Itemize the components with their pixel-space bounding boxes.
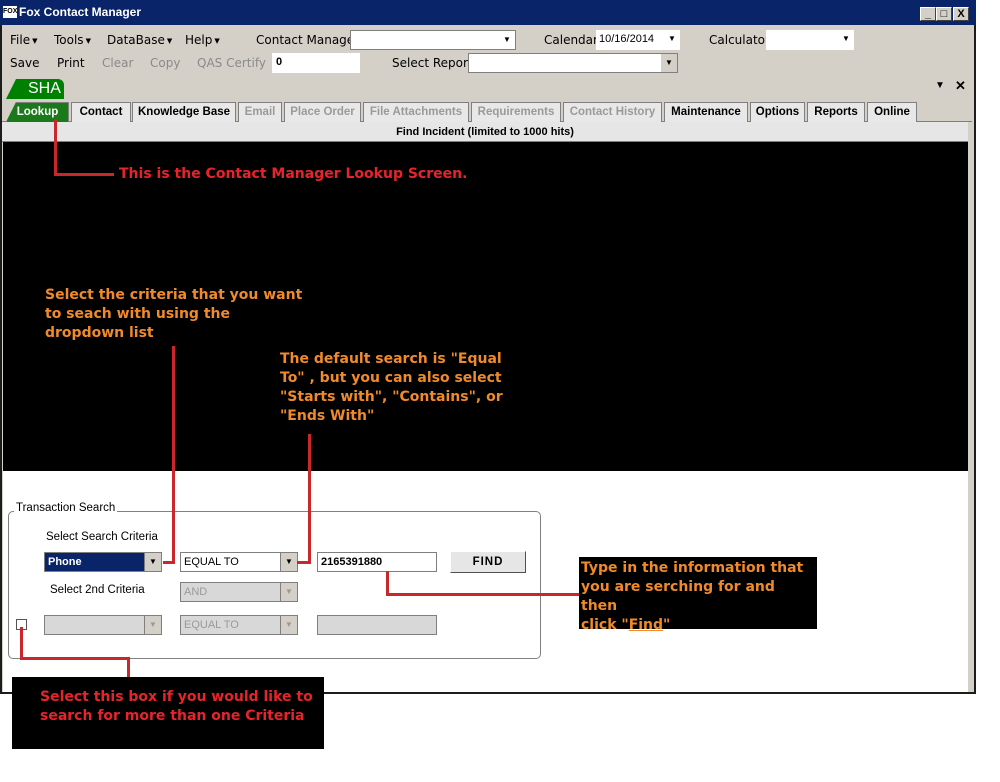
tab-knowledge-base[interactable]: Knowledge Base bbox=[132, 102, 236, 122]
annotation-line bbox=[20, 627, 23, 660]
tab-lookup[interactable]: Lookup bbox=[6, 102, 69, 122]
chevron-down-icon: ▼ bbox=[660, 54, 677, 72]
annotation-line bbox=[172, 346, 175, 564]
second-criteria-dropdown[interactable]: ▼ bbox=[44, 615, 162, 635]
calendar-dropdown[interactable]: 10/16/2014 ▼ bbox=[596, 30, 680, 50]
second-criteria-label: Select 2nd Criteria bbox=[50, 584, 145, 596]
find-incident-header: Find Incident (limited to 1000 hits) bbox=[2, 122, 968, 142]
annotation-line bbox=[308, 434, 311, 564]
contact-manager-dropdown[interactable]: ▼ bbox=[350, 30, 516, 50]
annotation-default-search: The default search is "Equal To" , but y… bbox=[280, 351, 503, 424]
chevron-down-icon: ▼ bbox=[280, 553, 297, 571]
annotation-line bbox=[54, 120, 57, 176]
chevron-down-icon: ▼ bbox=[664, 30, 680, 48]
qas-value-field[interactable]: 0 bbox=[272, 53, 360, 73]
select-report-dropdown[interactable]: ▼ bbox=[468, 53, 678, 73]
calculator-dropdown[interactable]: ▼ bbox=[766, 30, 854, 50]
tab-place-order[interactable]: Place Order bbox=[284, 102, 361, 122]
second-operator-dropdown[interactable]: EQUAL TO ▼ bbox=[180, 615, 298, 635]
chevron-down-icon: ▼ bbox=[280, 616, 297, 634]
app-logo: FOX bbox=[3, 6, 17, 18]
logic-dropdown[interactable]: AND ▼ bbox=[180, 582, 298, 602]
annotation-line bbox=[54, 173, 114, 176]
criteria-label: Select Search Criteria bbox=[46, 531, 158, 543]
search-value-input[interactable]: 2165391880 bbox=[317, 552, 437, 572]
chevron-down-icon: ▼ bbox=[499, 31, 515, 49]
tab-requirements[interactable]: Requirements bbox=[471, 102, 561, 122]
save-button[interactable]: Save bbox=[10, 56, 39, 70]
annotation-line bbox=[386, 593, 579, 596]
maximize-button[interactable]: □ bbox=[936, 7, 952, 21]
tab-reports[interactable]: Reports bbox=[807, 102, 865, 122]
find-button[interactable]: FIND bbox=[450, 551, 526, 573]
close-button[interactable]: X bbox=[953, 7, 969, 21]
qas-certify-button[interactable]: QAS Certify bbox=[197, 56, 266, 70]
chevron-down-icon: ▼ bbox=[144, 616, 161, 634]
menu-database[interactable]: DataBase ▼ bbox=[107, 33, 172, 47]
chevron-down-icon: ▼ bbox=[838, 30, 854, 48]
menu-help[interactable]: Help ▼ bbox=[185, 33, 220, 47]
tab-contact[interactable]: Contact bbox=[71, 102, 131, 122]
minimize-button[interactable]: _ bbox=[920, 7, 936, 21]
tab-contact-history[interactable]: Contact History bbox=[563, 102, 662, 122]
strip-close-icon[interactable]: ✕ bbox=[955, 78, 966, 94]
find-link-text: Find bbox=[628, 617, 664, 633]
tab-file-attachments[interactable]: File Attachments bbox=[363, 102, 469, 122]
annotation-lookup-screen: This is the Contact Manager Lookup Scree… bbox=[119, 166, 468, 182]
menu-file[interactable]: File ▼ bbox=[10, 33, 37, 47]
chevron-down-icon: ▼ bbox=[144, 553, 161, 571]
print-button[interactable]: Print bbox=[57, 56, 85, 70]
transaction-search-label: Transaction Search bbox=[14, 502, 118, 514]
clear-button[interactable]: Clear bbox=[102, 56, 133, 70]
contact-manager-label: Contact Manager bbox=[256, 33, 360, 47]
operator-dropdown[interactable]: EQUAL TO ▼ bbox=[180, 552, 298, 572]
strip-dropdown-icon[interactable]: ▼ bbox=[935, 80, 945, 91]
second-search-value-input[interactable] bbox=[317, 615, 437, 635]
chevron-down-icon: ▼ bbox=[280, 583, 297, 601]
chevron-down-icon: ▼ bbox=[166, 37, 173, 45]
tab-online[interactable]: Online bbox=[867, 102, 917, 122]
annotation-checkbox: Select this box if you would like to sea… bbox=[12, 677, 324, 749]
title-bar: FOX Fox Contact Manager _ □ X bbox=[0, 0, 976, 25]
annotation-criteria: Select the criteria that you want to sea… bbox=[45, 287, 303, 341]
copy-button[interactable]: Copy bbox=[150, 56, 180, 70]
workspace-strip: ▼ ✕ bbox=[2, 78, 972, 98]
menu-bar: File ▼ Tools ▼ DataBase ▼ Help ▼ Contact Man… bbox=[2, 28, 972, 52]
annotation-line bbox=[297, 561, 311, 564]
menu-tools[interactable]: Tools ▼ bbox=[54, 33, 91, 47]
tab-options[interactable]: Options bbox=[750, 102, 805, 122]
chevron-down-icon: ▼ bbox=[32, 37, 38, 45]
window-title: Fox Contact Manager bbox=[19, 5, 142, 19]
criteria-dropdown[interactable]: Phone ▼ bbox=[44, 552, 162, 572]
tab-maintenance[interactable]: Maintenance bbox=[664, 102, 748, 122]
annotation-line bbox=[20, 657, 130, 660]
annotation-find: Type in the information that you are ser… bbox=[579, 557, 817, 633]
workspace-tab-sha[interactable]: SHA bbox=[6, 79, 64, 99]
chevron-down-icon: ▼ bbox=[85, 37, 91, 45]
annotation-line bbox=[127, 657, 130, 677]
tab-email[interactable]: Email bbox=[238, 102, 282, 122]
calculator-label: Calculator bbox=[709, 33, 770, 47]
chevron-down-icon: ▼ bbox=[214, 37, 220, 45]
calendar-label: Calendar bbox=[544, 33, 598, 47]
annotation-line bbox=[163, 561, 175, 564]
toolbar: Save Print Clear Copy QAS Certify 0 Sele… bbox=[2, 52, 972, 76]
select-report-label: Select Report bbox=[392, 56, 473, 70]
